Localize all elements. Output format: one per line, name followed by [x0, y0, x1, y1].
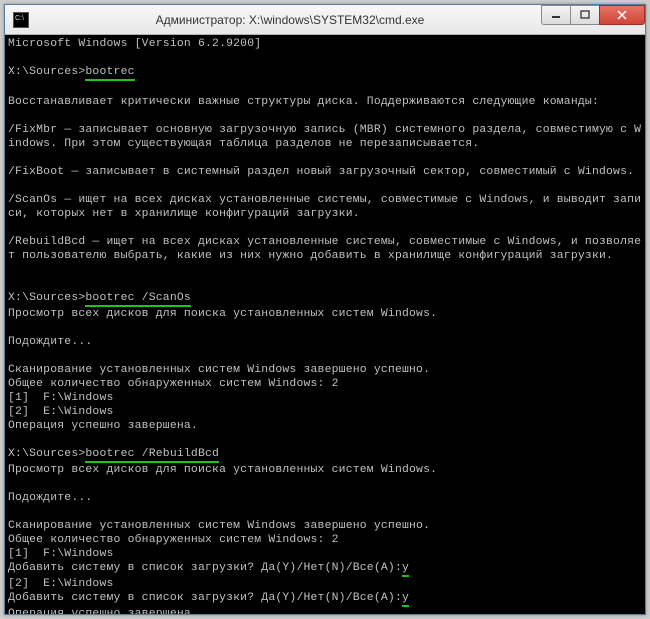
total-found: Общее количество обнаруженных систем Win…: [8, 378, 339, 390]
answer-y: y: [402, 591, 409, 607]
answer-y: y: [402, 561, 409, 577]
wait-message: Подождите...: [8, 492, 92, 504]
entry-2: [2] E:\Windows: [8, 406, 114, 418]
entry-1: [1] F:\Windows: [8, 392, 114, 404]
maximize-button[interactable]: [570, 5, 600, 25]
operation-ok: Операция успешно завершена.: [8, 420, 198, 432]
cmd-window: Администратор: X:\windows\SYSTEM32\cmd.e…: [4, 4, 646, 615]
scan-message: Просмотр всех дисков для поиска установл…: [8, 464, 437, 476]
prompt: X:\Sources>: [8, 292, 85, 304]
minimize-icon: [551, 10, 561, 20]
rebuildbcd-desc: /RebuildBcd — ищет на всех дисках устано…: [8, 236, 641, 262]
entry-2: [2] E:\Windows: [8, 578, 114, 590]
wait-message: Подождите...: [8, 336, 92, 348]
maximize-icon: [580, 10, 590, 20]
scan-done: Сканирование установленных систем Window…: [8, 520, 430, 532]
prompt: X:\Sources>: [8, 66, 85, 78]
total-found: Общее количество обнаруженных систем Win…: [8, 534, 339, 546]
prompt: X:\Sources>: [8, 448, 85, 460]
minimize-button[interactable]: [541, 5, 571, 25]
fixboot-desc: /FixBoot — записывает в системный раздел…: [8, 166, 634, 178]
desc-heading: Восстанавливает критически важные структ…: [8, 96, 599, 108]
window-controls: [542, 5, 645, 27]
scan-message: Просмотр всех дисков для поиска установл…: [8, 308, 437, 320]
terminal-output[interactable]: Microsoft Windows [Version 6.2.9200] X:\…: [5, 35, 645, 614]
scan-done: Сканирование установленных систем Window…: [8, 364, 430, 376]
command-bootrec: bootrec: [85, 65, 134, 81]
command-scanos: bootrec /ScanOs: [85, 291, 191, 307]
add-question: Добавить систему в список загрузки? Да(Y…: [8, 562, 402, 574]
close-button[interactable]: [599, 5, 645, 25]
command-rebuildbcd: bootrec /RebuildBcd: [85, 447, 219, 463]
cmd-icon: [13, 12, 29, 28]
entry-1: [1] F:\Windows: [8, 548, 114, 560]
version-line: Microsoft Windows [Version 6.2.9200]: [8, 38, 261, 50]
operation-ok: Операция успешно завершена.: [8, 608, 198, 614]
titlebar[interactable]: Администратор: X:\windows\SYSTEM32\cmd.e…: [5, 5, 645, 35]
scanos-desc: /ScanOs — ищет на всех дисках установлен…: [8, 194, 641, 220]
close-icon: [616, 10, 628, 20]
fixmbr-desc: /FixMbr — записывает основную загрузочну…: [8, 124, 641, 150]
add-question: Добавить систему в список загрузки? Да(Y…: [8, 592, 402, 604]
